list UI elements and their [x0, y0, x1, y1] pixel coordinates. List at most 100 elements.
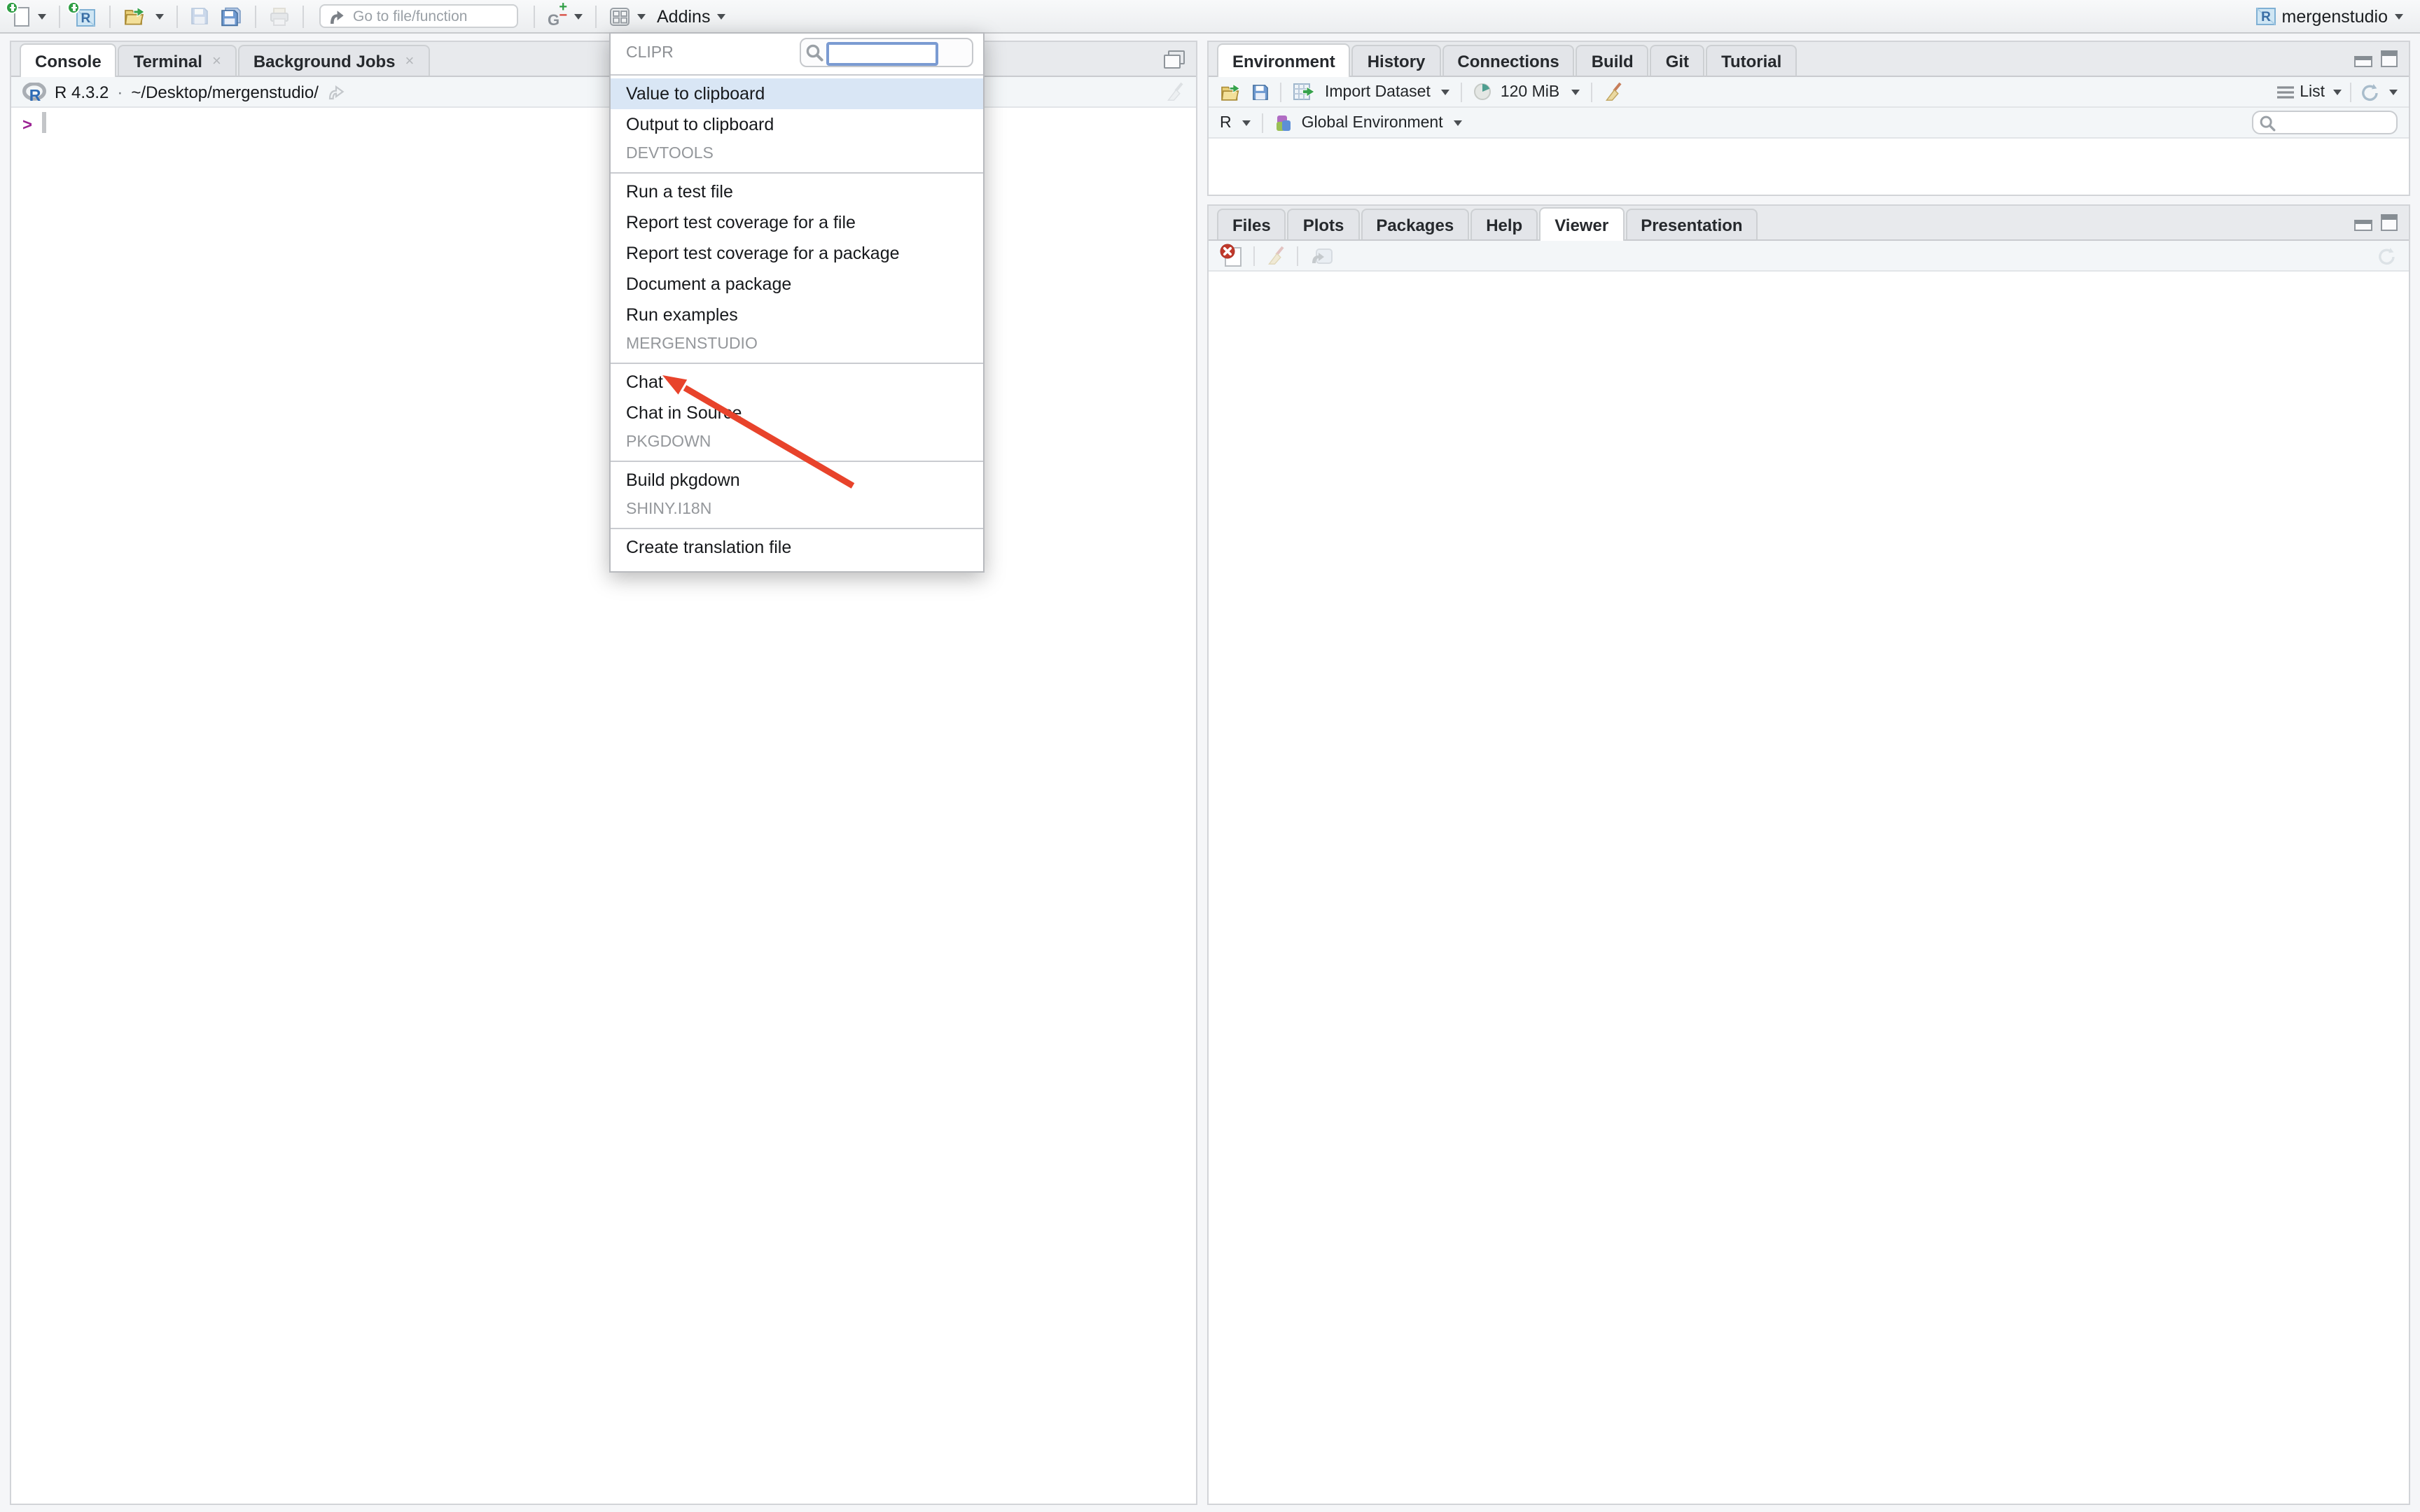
tab-label: Build	[1592, 51, 1634, 71]
new-project-icon: R	[73, 5, 97, 27]
save-workspace-icon[interactable]	[1252, 83, 1269, 100]
tab-background-jobs[interactable]: Background Jobs ×	[238, 45, 430, 76]
addins-search-input[interactable]	[826, 42, 938, 66]
menu-item-document-a-package[interactable]: Document a package	[611, 269, 983, 300]
menu-item-output-to-clipboard[interactable]: Output to clipboard	[611, 109, 983, 140]
clear-viewer-icon[interactable]	[1220, 244, 1242, 267]
chevron-down-icon	[717, 13, 725, 19]
menu-item-report-test-coverage-package[interactable]: Report test coverage for a package	[611, 238, 983, 269]
tab-git[interactable]: Git	[1650, 45, 1704, 76]
chevron-down-icon	[1243, 120, 1251, 125]
tab-label: Viewer	[1555, 215, 1608, 234]
new-project-button[interactable]: R	[70, 4, 99, 29]
tab-files[interactable]: Files	[1217, 209, 1286, 239]
menu-item-chat-in-source[interactable]: Chat in Source	[611, 398, 983, 428]
close-icon[interactable]: ×	[212, 52, 221, 69]
main-toolbar: R	[0, 0, 2420, 34]
goto-arrow-icon	[328, 8, 345, 24]
maximize-pane-icon[interactable]	[2381, 214, 2398, 231]
save-button[interactable]	[188, 6, 211, 27]
load-workspace-icon[interactable]	[1220, 82, 1244, 102]
tab-label: Console	[35, 51, 102, 71]
tab-tutorial[interactable]: Tutorial	[1706, 45, 1797, 76]
language-selector-label[interactable]: R	[1220, 114, 1232, 131]
environment-toolbar: Import Dataset 120 MiB	[1209, 77, 2409, 108]
minimize-pane-icon[interactable]	[2354, 56, 2372, 67]
menu-item-report-test-coverage-file[interactable]: Report test coverage for a file	[611, 207, 983, 238]
import-dataset-icon	[1293, 83, 1316, 101]
environment-scope-bar: R Global Environment	[1209, 108, 2409, 139]
project-selector[interactable]: R mergenstudio	[2253, 4, 2407, 28]
menu-divider	[611, 528, 983, 529]
global-environment-icon	[1275, 113, 1293, 132]
search-icon	[805, 43, 823, 62]
tab-build[interactable]: Build	[1576, 45, 1649, 76]
tab-label: Packages	[1376, 215, 1454, 234]
tab-label: Environment	[1232, 51, 1335, 71]
clear-all-viewer-broom-icon[interactable]	[1266, 245, 1286, 266]
open-file-button[interactable]	[120, 4, 167, 28]
toolbar-separator	[302, 5, 304, 27]
version-control-button[interactable]: +−G	[545, 3, 585, 29]
files-pane: Files Plots Packages Help Viewer Present…	[1207, 204, 2410, 1505]
toolbar-separator	[109, 5, 111, 27]
goto-file-function-box[interactable]	[319, 4, 518, 28]
project-cube-icon: R	[2255, 6, 2278, 27]
menu-item-create-translation-file[interactable]: Create translation file	[611, 532, 983, 563]
list-view-label[interactable]: List	[2300, 83, 2325, 100]
tab-plots[interactable]: Plots	[1288, 209, 1360, 239]
menu-item-build-pkgdown[interactable]: Build pkgdown	[611, 465, 983, 496]
svg-text:R: R	[2262, 10, 2272, 24]
goto-file-function-input[interactable]	[350, 6, 504, 26]
tab-environment[interactable]: Environment	[1217, 43, 1351, 77]
toolbar-separator	[255, 5, 256, 27]
environment-search-box[interactable]	[2252, 111, 2398, 134]
menu-item-value-to-clipboard[interactable]: Value to clipboard	[611, 78, 983, 109]
tab-terminal[interactable]: Terminal ×	[118, 45, 237, 76]
print-button[interactable]	[266, 5, 293, 27]
refresh-viewer-icon[interactable]	[2377, 246, 2398, 265]
addins-section-mergenstudio: MERGENSTUDIO	[611, 330, 983, 360]
tab-packages[interactable]: Packages	[1361, 209, 1469, 239]
tab-viewer[interactable]: Viewer	[1539, 207, 1624, 241]
save-all-button[interactable]	[217, 5, 245, 27]
environment-content	[1209, 139, 2409, 195]
console-prompt: >	[22, 115, 32, 134]
menu-item-run-examples[interactable]: Run examples	[611, 300, 983, 330]
maximize-pane-icon[interactable]	[2381, 50, 2398, 67]
close-icon[interactable]: ×	[405, 52, 415, 69]
export-icon[interactable]	[1309, 246, 1333, 265]
tab-label: History	[1368, 51, 1426, 71]
tab-label: Presentation	[1641, 215, 1742, 234]
menu-item-run-a-test-file[interactable]: Run a test file	[611, 176, 983, 207]
minimize-pane-icon[interactable]	[2354, 220, 2372, 231]
workspace-panes-button[interactable]	[606, 5, 648, 27]
clear-console-broom-icon[interactable]	[1165, 81, 1185, 102]
tab-help[interactable]: Help	[1470, 209, 1538, 239]
tab-console[interactable]: Console	[20, 43, 117, 77]
clear-environment-broom-icon[interactable]	[1603, 81, 1622, 102]
console-input-area[interactable]: >	[11, 108, 1196, 1504]
tab-history[interactable]: History	[1352, 45, 1441, 76]
new-file-button[interactable]	[8, 4, 49, 29]
menu-divider	[611, 74, 983, 76]
tab-connections[interactable]: Connections	[1442, 45, 1574, 76]
refresh-icon[interactable]	[2360, 82, 2381, 102]
environment-tabstrip: Environment History Connections Build Gi…	[1209, 42, 2409, 77]
addins-button[interactable]: Addins	[654, 5, 728, 27]
chevron-down-icon	[1571, 89, 1579, 94]
memory-usage-label[interactable]: 120 MiB	[1501, 83, 1559, 100]
menu-item-chat[interactable]: Chat	[611, 367, 983, 398]
toolbar-separator	[1590, 82, 1592, 102]
toolbar-separator	[1263, 113, 1264, 132]
save-all-icon	[220, 6, 242, 26]
tab-label: Background Jobs	[253, 51, 396, 71]
toolbar-separator	[2350, 82, 2351, 102]
tab-presentation[interactable]: Presentation	[1625, 209, 1758, 239]
environment-search-input[interactable]	[2280, 113, 2392, 132]
maximize-pane-icon[interactable]	[1164, 50, 1185, 68]
environment-scope-label[interactable]: Global Environment	[1302, 114, 1443, 131]
addins-search-box[interactable]	[800, 38, 973, 67]
import-dataset-label[interactable]: Import Dataset	[1325, 83, 1431, 100]
console-header: R R 4.3.2 · ~/Desktop/mergenstudio/	[11, 77, 1196, 108]
